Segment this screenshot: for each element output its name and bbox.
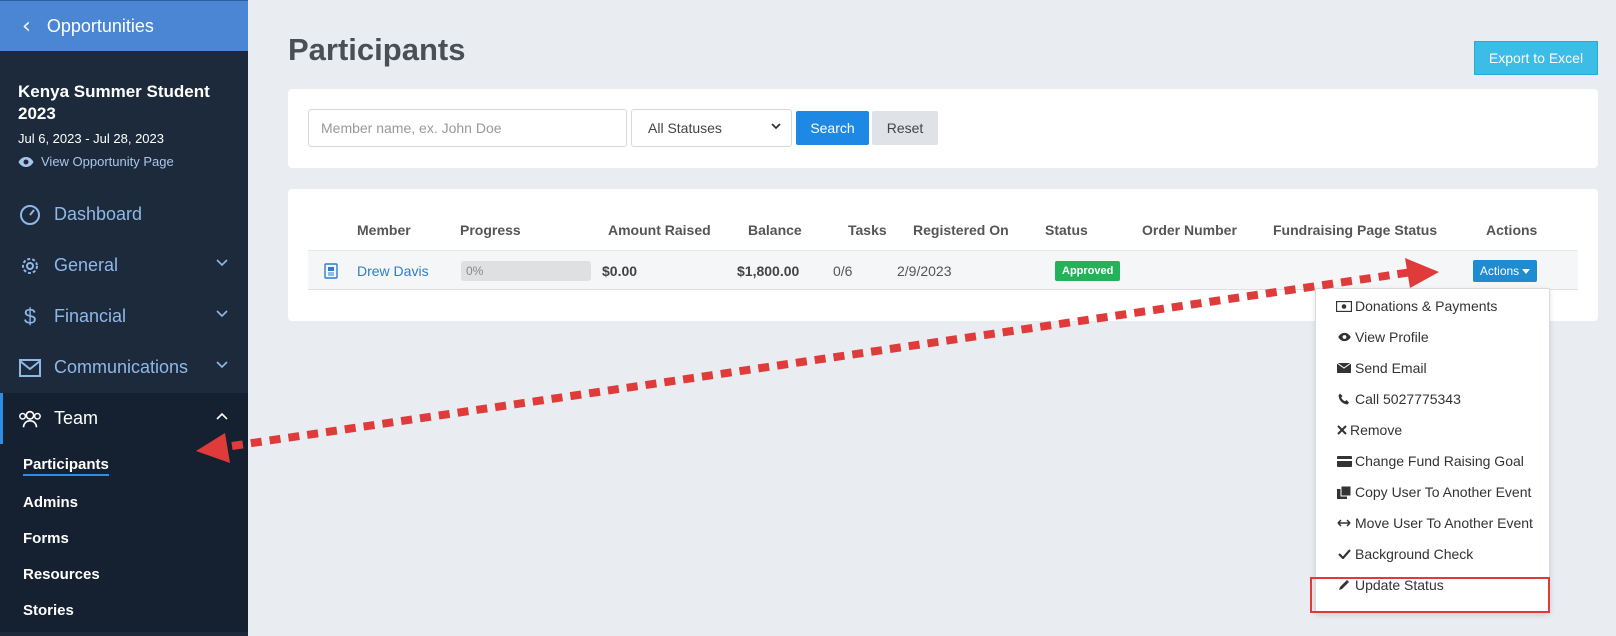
opportunity-info: Kenya Summer Student 2023 Jul 6, 2023 - …: [0, 51, 248, 169]
menu-item-donations-payments[interactable]: Donations & Payments: [1336, 296, 1497, 316]
sidebar-item-general[interactable]: General: [0, 240, 248, 291]
sidebar-subitem-stories[interactable]: Stories: [23, 592, 248, 628]
menu-item-copy-user[interactable]: Copy User To Another Event: [1336, 482, 1531, 502]
member-name-link[interactable]: Drew Davis: [357, 251, 429, 290]
tasks: 0/6: [833, 262, 853, 279]
details-icon[interactable]: [324, 251, 338, 290]
registered-on: 2/9/2023: [897, 262, 952, 279]
status-badge: Approved: [1055, 261, 1121, 281]
sidebar: ‹ Opportunities Kenya Summer Student 202…: [0, 0, 248, 636]
arrows-horizontal-icon: [1336, 516, 1352, 530]
sidebar-item-communications[interactable]: Communications: [0, 342, 248, 393]
eye-icon: [1336, 330, 1352, 344]
column-header-balance: Balance: [748, 222, 802, 238]
times-icon: [1336, 423, 1347, 437]
menu-item-view-profile[interactable]: View Profile: [1336, 327, 1429, 347]
sidebar-subitem-participants[interactable]: Participants: [23, 448, 248, 484]
menu-item-move-user[interactable]: Move User To Another Event: [1336, 513, 1533, 533]
menu-item-send-email[interactable]: Send Email: [1336, 358, 1427, 378]
gear-icon: [18, 254, 42, 278]
sidebar-item-team[interactable]: Team: [0, 393, 248, 444]
opportunity-dates: Jul 6, 2023 - Jul 28, 2023: [18, 131, 164, 146]
column-header-progress: Progress: [460, 222, 521, 238]
credit-card-icon: [1336, 454, 1352, 468]
member-search-input[interactable]: Member name, ex. John Doe: [308, 109, 627, 147]
actions-menu: Donations & Payments View Profile Send E…: [1315, 288, 1550, 613]
column-header-registered-on: Registered On: [913, 222, 1009, 238]
menu-item-remove[interactable]: Remove: [1336, 420, 1402, 440]
status-select[interactable]: All Statuses: [631, 109, 792, 147]
copy-icon: [1336, 485, 1352, 499]
chevron-down-icon: [216, 259, 228, 267]
sidebar-item-financial[interactable]: $ Financial: [0, 291, 248, 342]
page-title: Participants: [288, 32, 466, 67]
menu-item-change-fundraising-goal[interactable]: Change Fund Raising Goal: [1336, 451, 1524, 471]
caret-down-icon: [1522, 268, 1531, 274]
eye-icon: [18, 156, 34, 167]
export-to-excel-button[interactable]: Export to Excel: [1474, 41, 1598, 75]
chevron-down-icon: [216, 361, 228, 369]
back-to-opportunities[interactable]: ‹ Opportunities: [0, 0, 248, 51]
chevron-down-icon: [771, 123, 781, 130]
menu-item-background-check[interactable]: Background Check: [1336, 544, 1473, 564]
money-icon: [1336, 299, 1352, 313]
envelope-icon: [18, 356, 42, 380]
sidebar-nav: Dashboard General $ Financial Communicat…: [0, 189, 248, 632]
column-header-fundraising-page-status: Fundraising Page Status: [1273, 222, 1438, 238]
chevron-down-icon: [216, 310, 228, 318]
column-header-actions: Actions: [1486, 222, 1538, 238]
sidebar-subitem-resources[interactable]: Resources: [23, 556, 248, 592]
balance: $1,800.00: [737, 262, 800, 279]
reset-button[interactable]: Reset: [872, 111, 938, 145]
sidebar-subitem-forms[interactable]: Forms: [23, 520, 248, 556]
opportunity-title: Kenya Summer Student 2023: [18, 82, 210, 123]
column-header-member: Member: [357, 222, 411, 238]
check-icon: [1336, 547, 1352, 561]
search-button[interactable]: Search: [796, 111, 869, 145]
progress-bar: 0%: [461, 261, 591, 281]
sidebar-item-dashboard[interactable]: Dashboard: [0, 189, 248, 240]
table-row: Drew Davis 0% $0.00 $1,800.00 0/6 2/9/20…: [308, 250, 1578, 290]
team-icon: [18, 407, 42, 431]
dollar-icon: $: [23, 303, 37, 329]
sidebar-subitem-admins[interactable]: Admins: [23, 484, 248, 520]
envelope-icon: [1336, 361, 1352, 375]
update-status-highlight: [1310, 577, 1550, 613]
actions-dropdown-button[interactable]: Actions: [1473, 260, 1537, 282]
view-opportunity-link[interactable]: View Opportunity Page: [18, 154, 230, 169]
column-header-tasks: Tasks: [848, 222, 887, 238]
team-submenu: Participants Admins Forms Resources Stor…: [0, 444, 248, 632]
chevron-up-icon: [216, 412, 228, 420]
column-header-order-number: Order Number: [1142, 222, 1237, 238]
gauge-icon: [18, 203, 42, 227]
amount-raised: $0.00: [602, 262, 638, 279]
menu-item-call[interactable]: Call 5027775343: [1336, 389, 1461, 409]
column-header-amount-raised: Amount Raised: [608, 222, 711, 238]
column-header-status: Status: [1045, 222, 1088, 238]
filter-card: Member name, ex. John Doe All Statuses S…: [288, 89, 1598, 168]
phone-icon: [1336, 392, 1352, 406]
chevron-left-icon: ‹: [22, 13, 31, 39]
